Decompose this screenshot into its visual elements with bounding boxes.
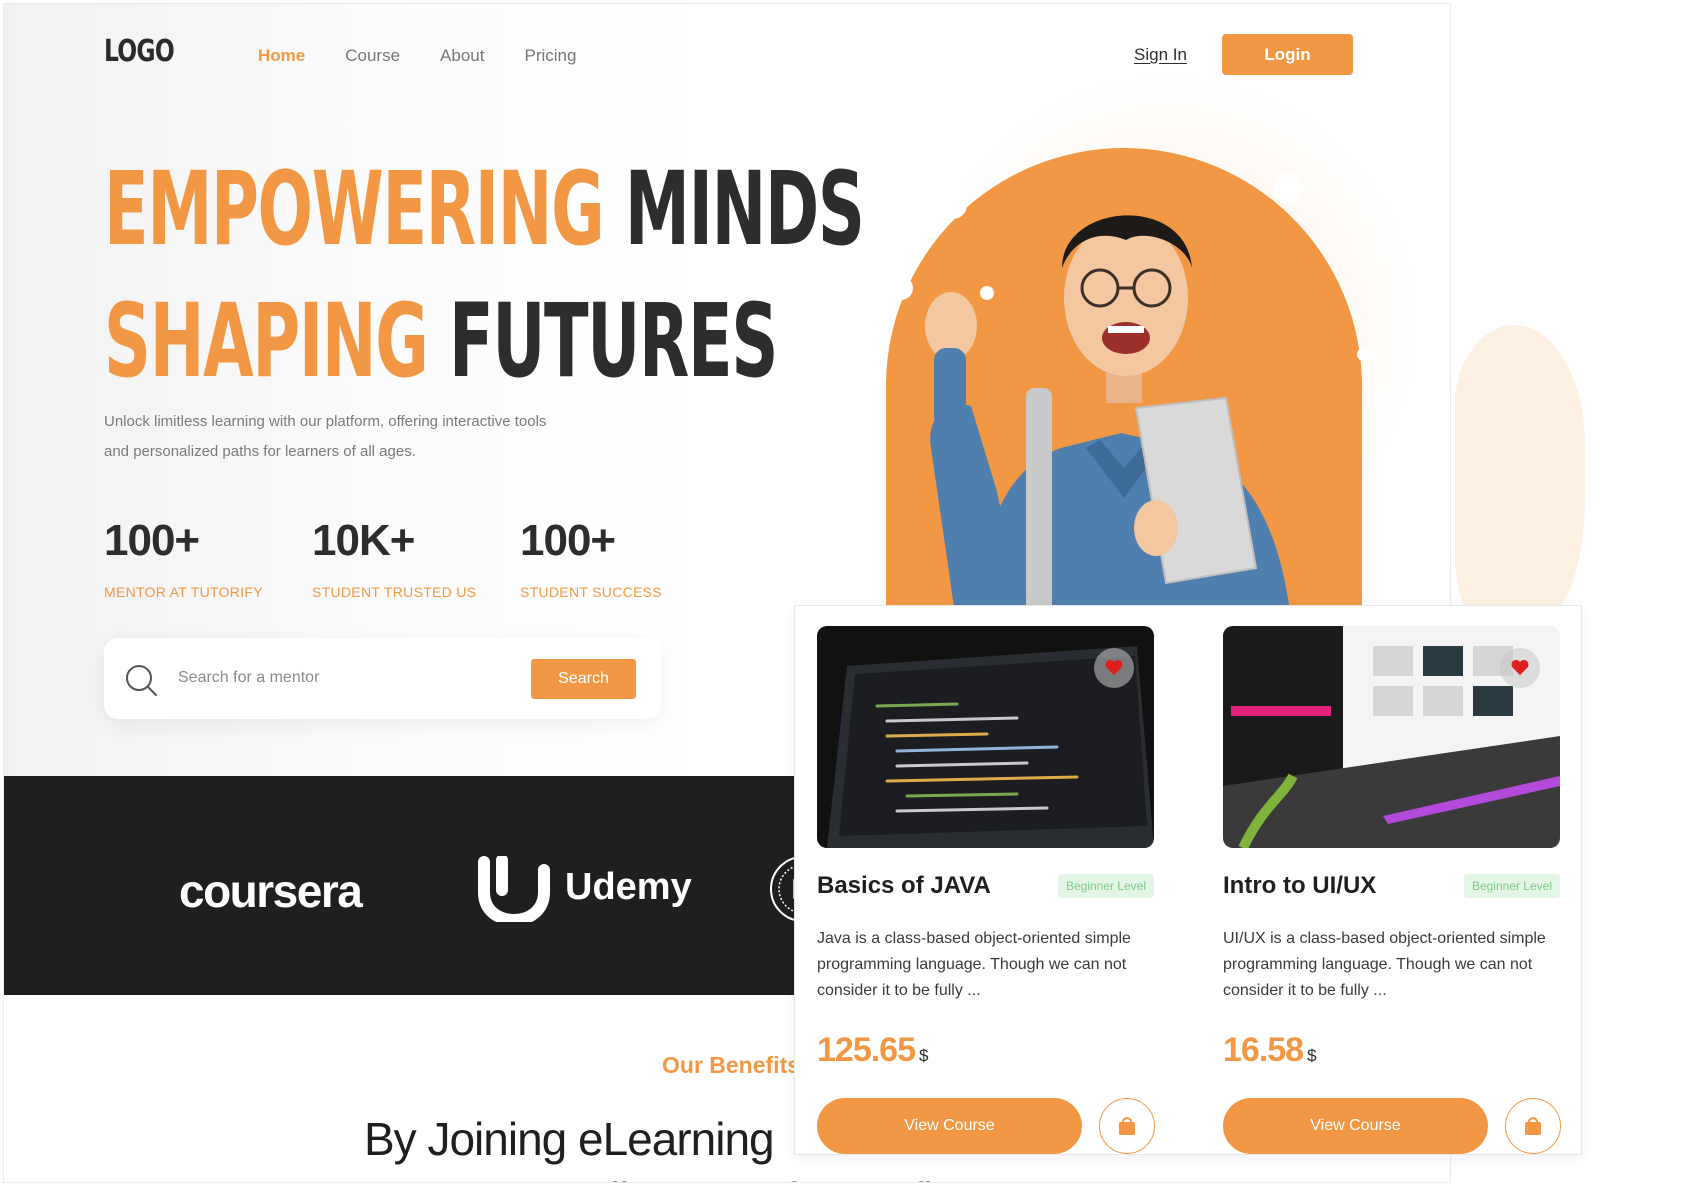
- shopping-bag-icon[interactable]: [1099, 1098, 1155, 1154]
- main-nav: Home Course About Pricing: [258, 46, 576, 66]
- stat-label: STUDENT SUCCESS: [520, 584, 662, 600]
- stat-value: 100+: [520, 516, 616, 565]
- decor-dot: [1357, 348, 1370, 361]
- stat-success: 100+ STUDENT SUCCESS: [520, 516, 728, 600]
- stat-value: 10K+: [312, 516, 415, 565]
- stat-students: 10K+ STUDENT TRUSTED US: [312, 516, 520, 600]
- decor-dot: [1274, 173, 1304, 203]
- benefits-title-line2: Can Avail a Lot Of Benefits: [444, 1172, 967, 1182]
- sign-in-link[interactable]: Sign In: [1134, 45, 1187, 65]
- heart-icon[interactable]: [1500, 648, 1540, 688]
- course-description: UI/UX is a class-based object-oriented s…: [1223, 930, 1546, 999]
- heart-icon[interactable]: [1094, 648, 1134, 688]
- decor-dot: [939, 191, 967, 219]
- search-button[interactable]: Search: [531, 659, 636, 699]
- hero-subtitle: Unlock limitless learning with our platf…: [104, 413, 547, 460]
- view-course-button[interactable]: View Course: [817, 1098, 1082, 1154]
- course-price: 125.65 $: [817, 1031, 928, 1070]
- headline-word-futures: FUTURES: [449, 282, 778, 401]
- stat-value: 100+: [104, 516, 200, 565]
- headline-word-minds: MINDS: [624, 150, 865, 269]
- udemy-logo: Udemy: [565, 866, 692, 908]
- level-badge: Beginner Level: [1463, 874, 1560, 898]
- coursera-logo: coursera: [179, 865, 363, 917]
- course-price: 16.58 $: [1223, 1031, 1317, 1070]
- price-currency: $: [919, 1046, 929, 1065]
- hero-headline: EMPOWERING MINDS SHAPING FUTURES: [104, 144, 865, 408]
- nav-course[interactable]: Course: [345, 46, 400, 66]
- logo[interactable]: LOGO: [104, 34, 175, 69]
- hero-student-image: [886, 148, 1362, 621]
- stats-row: 100+ MENTOR AT TUTORIFY 10K+ STUDENT TRU…: [104, 516, 728, 600]
- course-description: Java is a class-based object-oriented si…: [817, 930, 1131, 999]
- mentor-search-box: Search: [104, 638, 661, 719]
- benefits-tag: Our Benefits: [662, 1052, 801, 1078]
- search-icon: [124, 663, 160, 704]
- nav-home[interactable]: Home: [258, 46, 305, 66]
- view-course-button[interactable]: View Course: [1223, 1098, 1488, 1154]
- stat-label: STUDENT TRUSTED US: [312, 584, 477, 600]
- nav-pricing[interactable]: Pricing: [524, 46, 576, 66]
- price-value: 125.65: [817, 1031, 916, 1069]
- level-badge: Beginner Level: [1057, 874, 1154, 898]
- price-currency: $: [1307, 1046, 1317, 1065]
- stat-mentors: 100+ MENTOR AT TUTORIFY: [104, 516, 312, 600]
- nav-about[interactable]: About: [440, 46, 484, 66]
- price-value: 16.58: [1223, 1031, 1304, 1069]
- stat-label: MENTOR AT TUTORIFY: [104, 584, 263, 600]
- decor-blob: [1455, 325, 1585, 615]
- course-title[interactable]: Basics of JAVA: [817, 872, 991, 900]
- headline-word-shaping: SHAPING: [104, 282, 429, 401]
- headline-word-empowering: EMPOWERING: [104, 150, 605, 269]
- decor-dot: [980, 286, 994, 300]
- course-cards-panel: Basics of JAVA Beginner Level Java is a …: [794, 605, 1582, 1155]
- course-title[interactable]: Intro to UI/UX: [1223, 872, 1376, 900]
- login-button[interactable]: Login: [1222, 34, 1353, 75]
- decor-dot: [889, 276, 913, 300]
- search-input[interactable]: [178, 664, 518, 692]
- udemy-icon: [478, 854, 556, 927]
- benefits-title: By Joining eLearning: [364, 1113, 775, 1165]
- shopping-bag-icon[interactable]: [1505, 1098, 1561, 1154]
